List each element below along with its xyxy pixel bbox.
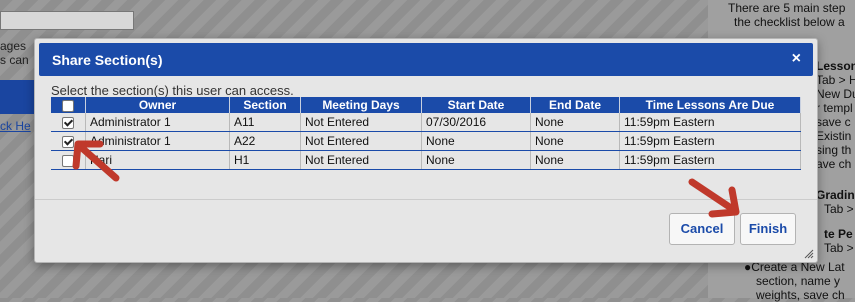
background-text: Existin (816, 129, 852, 143)
column-header-time-lessons-due: Time Lessons Are Due (619, 97, 801, 113)
table-row: Administrator 1 A11 Not Entered 07/30/20… (51, 113, 801, 132)
resize-grip-icon[interactable] (804, 249, 814, 259)
section-cell: A22 (229, 131, 301, 151)
section-cell: H1 (229, 150, 301, 170)
meeting-days-cell: Not Entered (300, 150, 422, 170)
column-header-section: Section (229, 97, 301, 113)
column-header-owner: Owner (85, 97, 230, 113)
column-header-start-date: Start Date (421, 97, 531, 113)
meeting-days-cell: Not Entered (300, 113, 422, 132)
row-checkbox-cell[interactable] (51, 113, 86, 132)
time-due-cell: 11:59pm Eastern (619, 131, 801, 151)
column-header-end-date: End Date (530, 97, 620, 113)
background-text: s can (0, 53, 29, 67)
background-help-link: ck He (0, 119, 31, 133)
start-date-cell: None (421, 150, 531, 170)
section-cell: A11 (229, 113, 301, 132)
close-icon[interactable]: × (792, 50, 801, 68)
time-due-cell: 11:59pm Eastern (619, 113, 801, 132)
start-date-cell: 07/30/2016 (421, 113, 531, 132)
select-all-checkbox[interactable] (62, 99, 74, 112)
row-checkbox[interactable] (62, 116, 74, 129)
background-text: New Due (816, 87, 855, 101)
background-text: the checklist below a (734, 15, 845, 29)
background-text: Gradin (816, 188, 855, 202)
end-date-cell: None (530, 131, 620, 151)
background-text: There are 5 main step (728, 1, 846, 15)
owner-cell: Administrator 1 (85, 113, 230, 132)
background-text: section, name y (756, 274, 841, 288)
time-due-cell: 11:59pm Eastern (619, 150, 801, 170)
background-banner (0, 80, 36, 114)
dialog-instruction: Select the section(s) this user can acce… (51, 83, 294, 98)
sections-table-container: Owner Section Meeting Days Start Date En… (51, 97, 801, 170)
share-sections-dialog: Share Section(s) × Select the section(s)… (34, 38, 818, 263)
background-text: ages (0, 39, 27, 53)
column-header-meeting-days: Meeting Days (300, 97, 422, 113)
finish-button[interactable]: Finish (740, 213, 796, 245)
sections-table: Owner Section Meeting Days Start Date En… (51, 97, 801, 170)
annotation-arrow-icon (72, 140, 120, 182)
background-text: Tab > H (816, 73, 855, 87)
end-date-cell: None (530, 113, 620, 132)
background-text: Tab > (824, 241, 854, 255)
select-all-header[interactable] (51, 97, 86, 113)
background-text: r templ (816, 101, 853, 115)
dialog-header[interactable]: Share Section(s) × (39, 43, 813, 76)
table-row: Hari H1 Not Entered None None 11:59pm Ea… (51, 150, 801, 170)
background-text: Tab > (824, 202, 854, 216)
background-text: te Pe (824, 227, 853, 241)
background-text: weights, save ch (756, 288, 845, 302)
background-text: sing th (816, 143, 852, 157)
background-text: Lesson (816, 59, 855, 73)
table-header-row: Owner Section Meeting Days Start Date En… (51, 97, 801, 113)
end-date-cell: None (530, 150, 620, 170)
start-date-cell: None (421, 131, 531, 151)
dialog-title: Share Section(s) (52, 52, 163, 68)
background-text: ave ch (816, 157, 852, 171)
background-input (0, 11, 134, 30)
annotation-arrow-icon (688, 178, 740, 218)
background-text: save c (816, 115, 851, 129)
meeting-days-cell: Not Entered (300, 131, 422, 151)
table-row: Administrator 1 A22 Not Entered None Non… (51, 131, 801, 151)
